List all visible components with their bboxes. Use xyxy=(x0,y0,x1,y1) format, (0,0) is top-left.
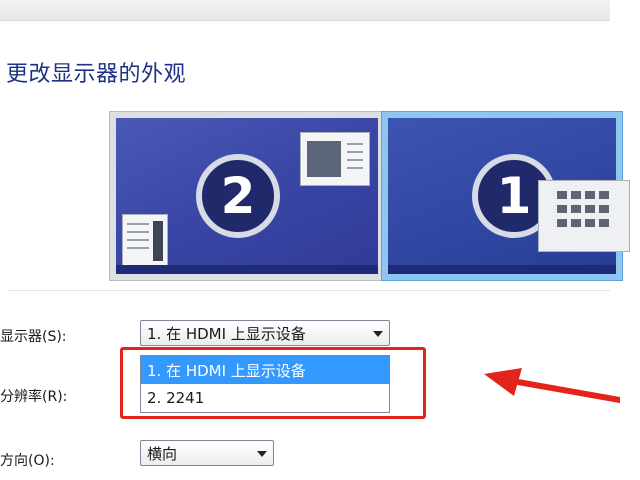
annotation-highlight-box xyxy=(120,347,426,419)
display-select-value: 1. 在 HDMI 上显示设备 xyxy=(147,324,306,343)
desktop-window-icon xyxy=(300,132,370,186)
chevron-down-icon[interactable] xyxy=(373,331,383,337)
monitor-2-thumbnail[interactable]: 2 xyxy=(110,112,384,280)
desktop-window-icon xyxy=(122,214,168,268)
monitor-number-badge: 2 xyxy=(196,154,280,238)
chevron-down-icon[interactable] xyxy=(257,451,267,457)
page-title: 更改显示器的外观 xyxy=(6,62,187,87)
orientation-select-value: 横向 xyxy=(147,444,178,463)
window-top-strip xyxy=(0,0,610,21)
desktop-taskbar xyxy=(116,265,378,274)
resolution-label: 分辨率(R): xyxy=(0,389,68,405)
orientation-select[interactable]: 横向 xyxy=(140,440,274,466)
desktop-window-icon xyxy=(538,180,630,252)
display-select[interactable]: 1. 在 HDMI 上显示设备 xyxy=(140,320,390,346)
desktop-taskbar xyxy=(388,265,616,274)
display-label: 显示器(S): xyxy=(0,329,67,345)
orientation-label: 方向(O): xyxy=(0,453,55,469)
annotation-arrow-icon xyxy=(484,368,620,403)
monitor-1-thumbnail[interactable]: 1 xyxy=(382,112,630,280)
monitor-arrangement-area: 2 1 xyxy=(8,100,630,291)
